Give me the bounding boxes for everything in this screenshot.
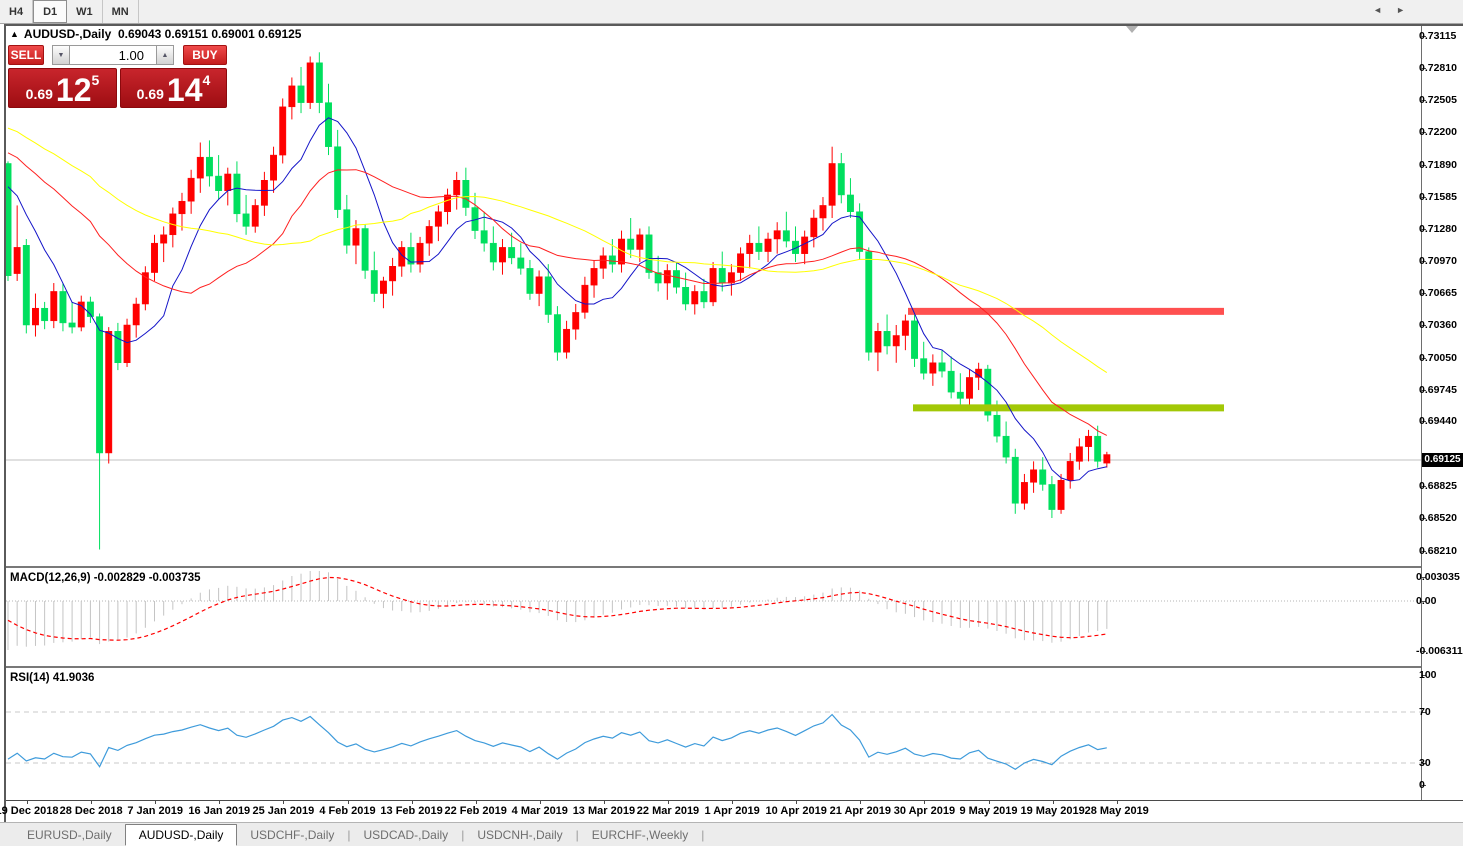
rsi-axis-label: 100 xyxy=(1419,669,1463,681)
collapse-triangle-icon[interactable]: ▲ xyxy=(10,29,19,39)
tab-scroll-right-button[interactable]: ► xyxy=(1396,5,1419,15)
price-axis-label: 0.72505 xyxy=(1419,94,1463,106)
rsi-label: RSI(14) 41.9036 xyxy=(10,672,94,684)
macd-axis-label: -0.006311 xyxy=(1416,645,1463,657)
timeframe-button-d1[interactable]: D1 xyxy=(33,0,67,23)
buy-price-tile[interactable]: 0.69 14 4 xyxy=(120,68,227,108)
price-axis-label: 0.68825 xyxy=(1419,480,1463,492)
buy-button[interactable]: BUY xyxy=(183,45,227,65)
medium-ma-red xyxy=(8,153,1107,436)
date-axis-tick xyxy=(796,800,797,804)
price-axis-label: 0.71280 xyxy=(1419,223,1463,235)
date-axis-tick xyxy=(91,800,92,804)
date-axis-border xyxy=(6,800,1463,801)
rsi-indicator-panel[interactable] xyxy=(6,668,1421,800)
price-axis-label: 0.71890 xyxy=(1419,159,1463,171)
date-axis-tick xyxy=(412,800,413,804)
date-axis-tick xyxy=(860,800,861,804)
chart-tab-bar: EURUSD-,DailyAUDUSD-,DailyUSDCHF-,Daily |… xyxy=(0,822,1463,846)
tab-scroll-arrows: ◄► xyxy=(1373,5,1419,15)
chart-tab-audusddaily[interactable]: AUDUSD-,Daily xyxy=(125,824,238,846)
date-axis-tick xyxy=(283,800,284,804)
date-axis-tick xyxy=(27,800,28,804)
chart-tab-eurchfweekly[interactable]: EURCHF-,Weekly xyxy=(579,825,701,845)
volume-decrease-button[interactable]: ▼ xyxy=(52,45,70,65)
timeframe-button-mn[interactable]: MN xyxy=(103,0,139,23)
tab-scroll-left-button[interactable]: ◄ xyxy=(1373,5,1396,15)
macd-indicator-panel[interactable] xyxy=(6,568,1421,666)
autoscroll-marker-icon[interactable] xyxy=(1126,26,1138,33)
current-price-tag: 0.69125 xyxy=(1422,453,1463,467)
ohlc-values: 0.69043 0.69151 0.69001 0.69125 xyxy=(118,27,302,41)
volume-increase-button[interactable]: ▲ xyxy=(156,45,174,65)
date-axis-tick xyxy=(1117,800,1118,804)
timeframe-button-w1[interactable]: W1 xyxy=(67,0,103,23)
volume-stepper: ▼ ▲ xyxy=(52,45,174,65)
date-axis-tick xyxy=(924,800,925,804)
chart-title: ▲ AUDUSD-,Daily 0.69043 0.69151 0.69001 0… xyxy=(10,27,301,41)
buy-price-pip-digit: 4 xyxy=(203,72,211,88)
rsi-axis-label: 30 xyxy=(1419,757,1463,769)
price-axis-label: 0.70665 xyxy=(1419,287,1463,299)
macd-axis-label: 0.003035 xyxy=(1416,571,1463,583)
date-axis-tick xyxy=(604,800,605,804)
tab-separator: | xyxy=(701,828,704,842)
date-axis-label: 28 May 2019 xyxy=(1069,805,1165,817)
mt4-chart-window: H4D1W1MN ▲ AUDUSD-,Daily 0.69043 0.69151 … xyxy=(0,0,1463,846)
chart-tab-usdchfdaily[interactable]: USDCHF-,Daily xyxy=(237,825,347,845)
fast-ma-blue xyxy=(8,118,1107,481)
price-axis-label: 0.72810 xyxy=(1419,62,1463,74)
date-axis-tick xyxy=(540,800,541,804)
symbol-period-label: AUDUSD-,Daily xyxy=(24,27,111,41)
timeframe-toolbar: H4D1W1MN xyxy=(0,0,1463,24)
price-axis-label: 0.72200 xyxy=(1419,126,1463,138)
rsi-axis-label: 70 xyxy=(1419,706,1463,718)
price-axis-label: 0.73115 xyxy=(1419,30,1463,42)
price-axis-label: 0.68210 xyxy=(1419,545,1463,557)
timeframe-button-h4[interactable]: H4 xyxy=(0,0,33,23)
sell-price-tile[interactable]: 0.69 12 5 xyxy=(8,68,117,108)
sell-price-prefix: 0.69 xyxy=(26,86,53,102)
date-axis-tick xyxy=(155,800,156,804)
rsi-line xyxy=(8,715,1107,770)
buy-price-prefix: 0.69 xyxy=(137,86,164,102)
rsi-axis-label: 0 xyxy=(1419,779,1463,791)
price-axis-label: 0.69745 xyxy=(1419,384,1463,396)
panel-splitter[interactable] xyxy=(6,566,1421,568)
sell-button[interactable]: SELL xyxy=(8,45,44,65)
date-axis-tick xyxy=(732,800,733,804)
date-axis-tick xyxy=(476,800,477,804)
buy-price-big-digits: 14 xyxy=(167,73,203,107)
sell-price-pip-digit: 5 xyxy=(92,72,100,88)
date-axis-tick xyxy=(219,800,220,804)
macd-label: MACD(12,26,9) -0.002829 -0.003735 xyxy=(10,572,201,584)
date-axis-tick xyxy=(348,800,349,804)
chart-tab-usdcnhdaily[interactable]: USDCNH-,Daily xyxy=(464,825,575,845)
price-axis-label: 0.70360 xyxy=(1419,319,1463,331)
price-axis-label: 0.71585 xyxy=(1419,191,1463,203)
date-axis-tick xyxy=(1053,800,1054,804)
resistance-line xyxy=(908,308,1224,315)
price-axis-border xyxy=(1421,26,1422,800)
sell-price-big-digits: 12 xyxy=(56,73,92,107)
price-axis-label: 0.70970 xyxy=(1419,255,1463,267)
support-line xyxy=(913,404,1224,411)
date-axis-tick xyxy=(668,800,669,804)
date-axis-tick xyxy=(989,800,990,804)
volume-input[interactable] xyxy=(70,45,156,65)
chart-tab-usdcaddaily[interactable]: USDCAD-,Daily xyxy=(351,825,462,845)
price-axis-label: 0.70050 xyxy=(1419,352,1463,364)
price-axis-label: 0.68520 xyxy=(1419,512,1463,524)
chart-tab-eurusddaily[interactable]: EURUSD-,Daily xyxy=(14,825,125,845)
one-click-trading-panel: SELL ▼ ▲ BUY 0.69 12 5 0.69 14 4 xyxy=(8,45,227,108)
panel-splitter[interactable] xyxy=(6,666,1421,668)
price-axis-label: 0.69440 xyxy=(1419,415,1463,427)
macd-axis-label: 0.00 xyxy=(1416,595,1463,607)
